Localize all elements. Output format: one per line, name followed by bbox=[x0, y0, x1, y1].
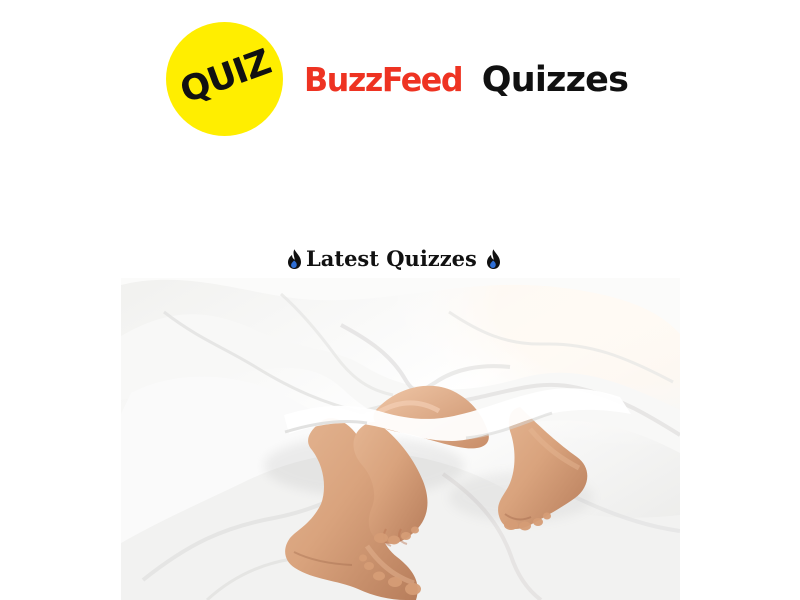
latest-quiz-card[interactable] bbox=[121, 278, 680, 600]
site-brand[interactable]: BuzzFeed Quizzes bbox=[304, 57, 629, 107]
quizzes-wordmark[interactable]: Quizzes bbox=[482, 57, 629, 103]
section-heading-text: Latest Quizzes bbox=[306, 246, 477, 272]
flame-icon bbox=[485, 248, 502, 270]
flame-icon bbox=[286, 248, 303, 270]
site-header[interactable]: QUIZ BuzzFeed Quizzes bbox=[166, 22, 629, 136]
buzzfeed-wordmark[interactable]: BuzzFeed bbox=[304, 57, 464, 103]
quiz-badge[interactable]: QUIZ bbox=[166, 22, 283, 136]
quiz-hero-image[interactable] bbox=[121, 278, 680, 600]
quiz-badge-label: QUIZ bbox=[175, 42, 276, 112]
latest-quizzes-heading: Latest Quizzes bbox=[286, 245, 502, 273]
buzzfeed-quizzes-page: QUIZ BuzzFeed Quizzes Latest Quizzes bbox=[0, 0, 800, 600]
